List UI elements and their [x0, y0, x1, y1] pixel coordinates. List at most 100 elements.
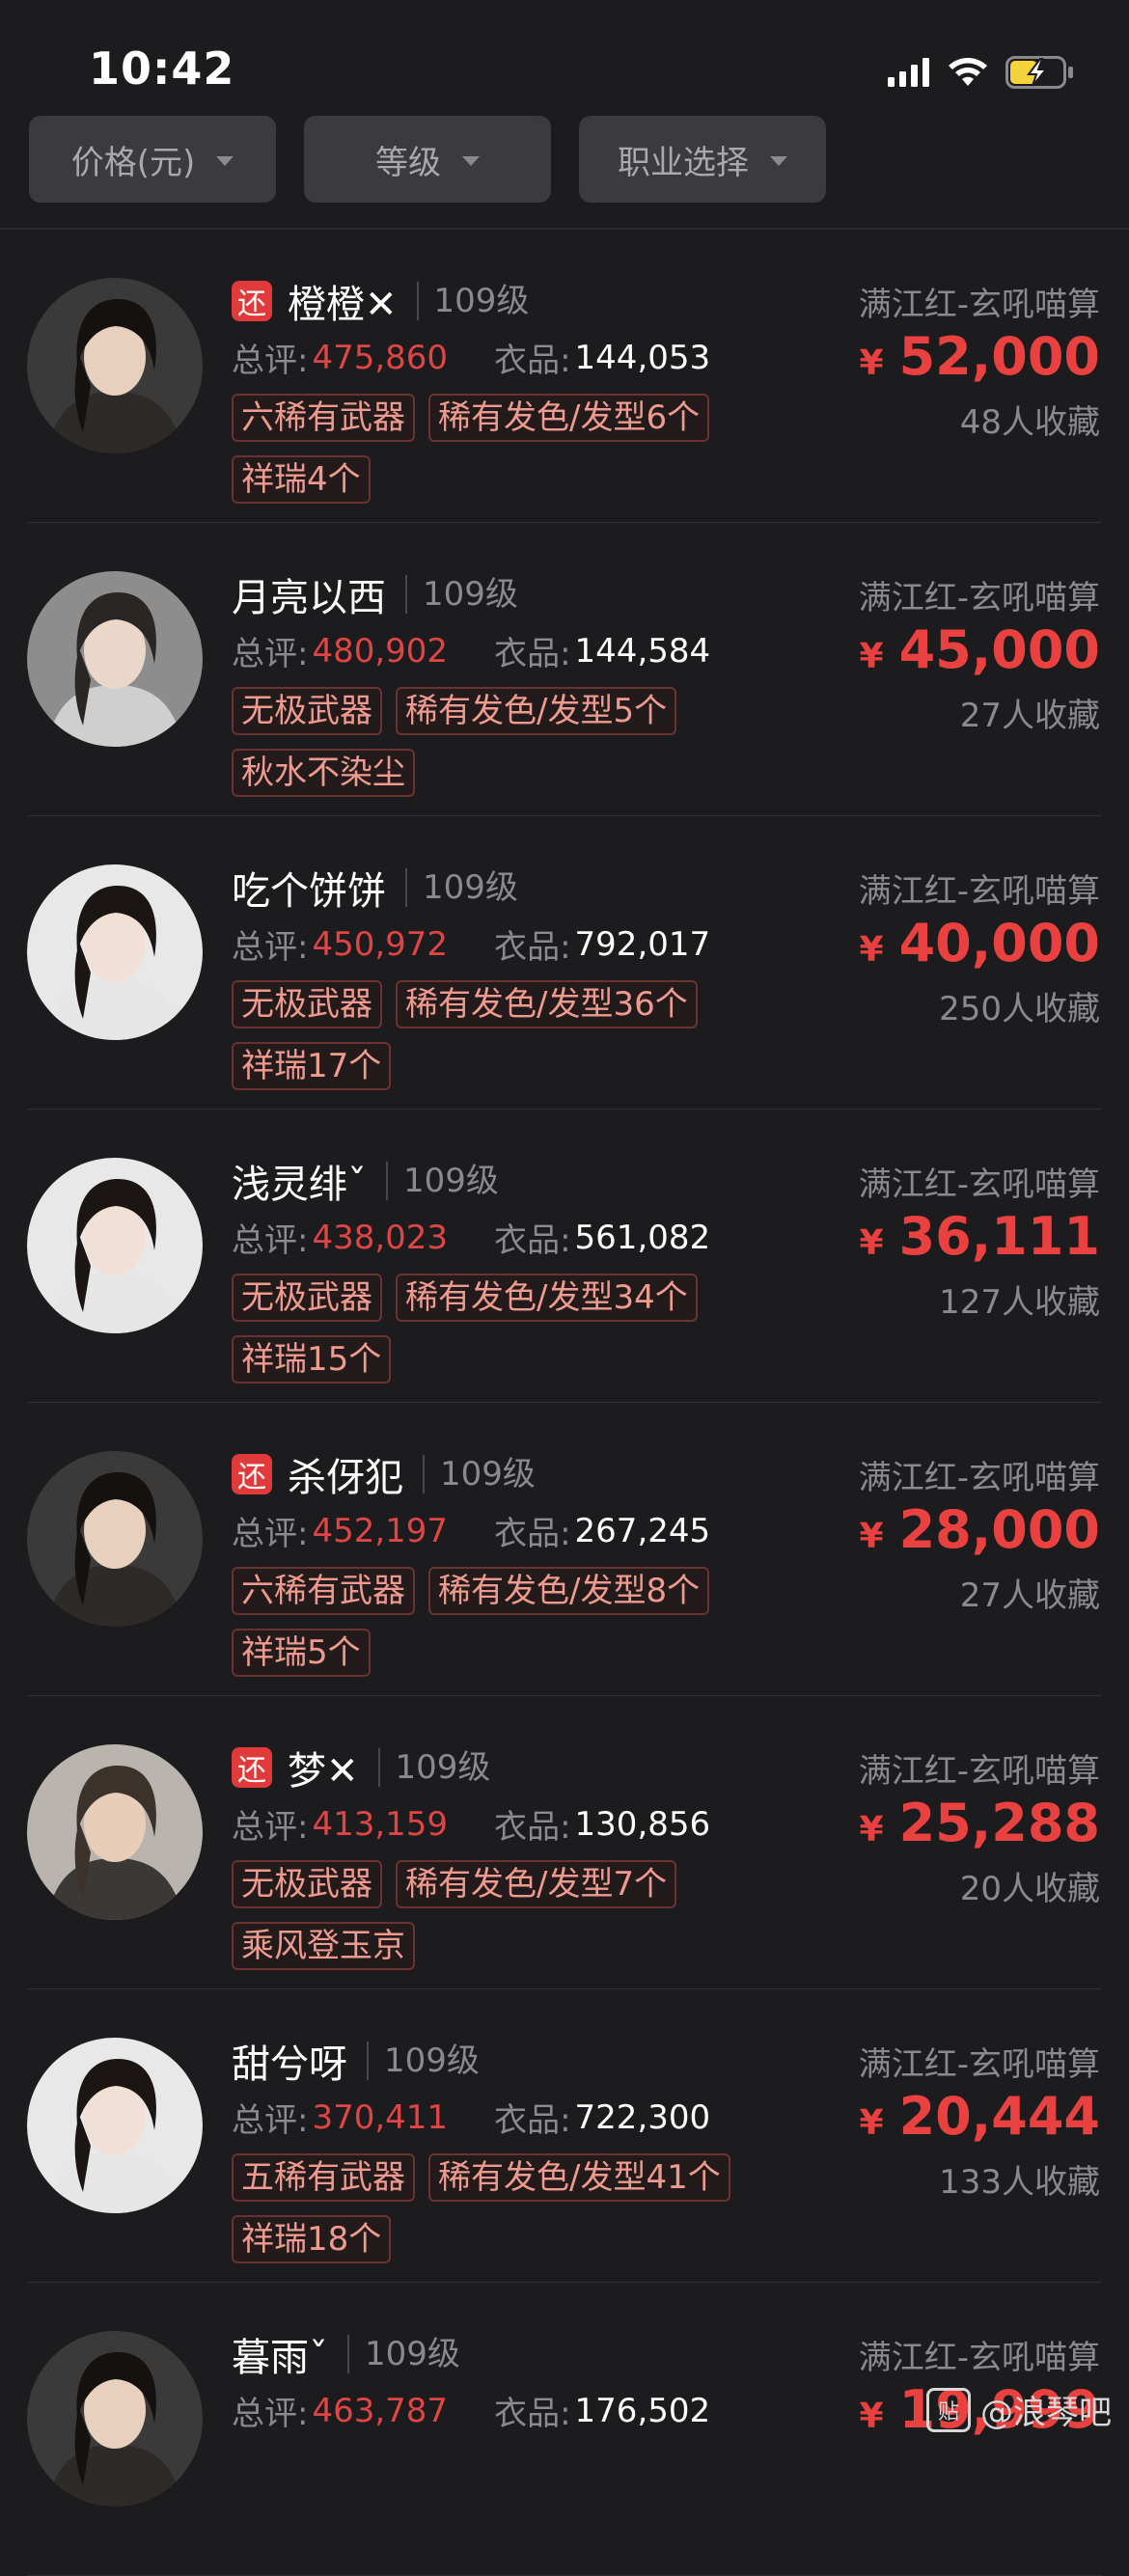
score-label: 总评: [232, 342, 309, 380]
character-avatar[interactable] [27, 2038, 203, 2213]
character-avatar[interactable] [27, 1158, 203, 1333]
score-value: 452,197 [312, 1511, 449, 1550]
price: ¥ 36,111 [860, 1206, 1100, 1267]
stats-row: 总评: 480,902 衣品: 144,584 [232, 627, 710, 674]
status-bar: 10:42 [0, 0, 1129, 108]
currency-symbol: ¥ [859, 343, 884, 383]
server-name: 满江红-玄吼喵算 [858, 1752, 1100, 1791]
tag-list: 六稀有武器 稀有发色/发型8个 祥瑞5个 [232, 1567, 849, 1677]
character-level: 109级 [377, 1748, 490, 1787]
favorite-count: 250人收藏 [939, 990, 1100, 1028]
feature-tag: 稀有发色/发型34个 [396, 1274, 698, 1322]
currency-symbol: ¥ [859, 1223, 884, 1263]
character-level: 109级 [347, 2335, 460, 2373]
character-name: 橙橙✕ [288, 283, 398, 327]
filter-price[interactable]: 价格(元) [29, 116, 276, 203]
cloth-value: 176,502 [574, 2391, 711, 2430]
listing-item[interactable]: 还 梦✕ 109级 总评: 413,159 衣品: 130,856 无极武器 稀有… [0, 1696, 1129, 1989]
name-row: 月亮以西 109级 [232, 565, 518, 623]
filter-price-label: 价格(元) [70, 143, 196, 182]
price-value: 40,000 [898, 913, 1100, 973]
currency-symbol: ¥ [859, 1517, 884, 1556]
tag-list: 六稀有武器 稀有发色/发型6个 祥瑞4个 [232, 394, 849, 504]
feature-tag: 无极武器 [232, 980, 382, 1028]
character-avatar[interactable] [27, 278, 203, 453]
caret-down-icon [462, 156, 480, 166]
character-avatar[interactable] [27, 2331, 203, 2507]
filter-level[interactable]: 等级 [304, 116, 551, 203]
score-value: 370,411 [312, 2097, 449, 2137]
caret-down-icon [216, 156, 234, 166]
listing-item[interactable]: 月亮以西 109级 总评: 480,902 衣品: 144,584 无极武器 稀有… [0, 523, 1129, 816]
listing-item[interactable]: 吃个饼饼 109级 总评: 450,972 衣品: 792,017 无极武器 稀有… [0, 816, 1129, 1110]
cloth-label: 衣品: [494, 1515, 571, 1553]
status-icons [888, 50, 1075, 95]
tieba-logo-icon: 贴 [926, 2387, 971, 2432]
currency-symbol: ¥ [859, 2397, 884, 2436]
character-avatar[interactable] [27, 1744, 203, 1920]
listing-item[interactable]: 浅灵绯ˇ 109级 总评: 438,023 衣品: 561,082 无极武器 稀有… [0, 1110, 1129, 1403]
feature-tag: 无极武器 [232, 1860, 382, 1908]
character-level: 109级 [405, 575, 518, 614]
character-level: 109级 [423, 1455, 536, 1494]
character-name: 梦✕ [288, 1749, 359, 1794]
listing-item[interactable]: 还 橙橙✕ 109级 总评: 475,860 衣品: 144,053 六稀有武器… [0, 230, 1129, 523]
cloth-value: 792,017 [574, 924, 711, 964]
price-value: 20,444 [898, 2086, 1100, 2147]
character-avatar[interactable] [27, 864, 203, 1040]
character-level: 109级 [416, 282, 529, 320]
feature-tag: 无极武器 [232, 1274, 382, 1322]
cloth-label: 衣品: [494, 928, 571, 967]
filter-class-label: 职业选择 [618, 143, 749, 182]
cloth-value: 561,082 [574, 1218, 711, 1257]
listing-list: 还 橙橙✕ 109级 总评: 475,860 衣品: 144,053 六稀有武器… [0, 230, 1129, 2576]
cloth-label: 衣品: [494, 1808, 571, 1847]
cloth-label: 衣品: [494, 2101, 571, 2140]
currency-symbol: ¥ [859, 930, 884, 970]
currency-symbol: ¥ [859, 1810, 884, 1850]
score-value: 450,972 [312, 924, 449, 964]
caret-down-icon [770, 156, 787, 166]
stats-row: 总评: 438,023 衣品: 561,082 [232, 1214, 710, 1261]
price: ¥ 28,000 [860, 1499, 1100, 1560]
watermark: 贴 @浪琴吧 [926, 2386, 1112, 2433]
currency-symbol: ¥ [859, 2103, 884, 2143]
feature-tag: 无极武器 [232, 687, 382, 735]
server-name: 满江红-玄吼喵算 [858, 2339, 1100, 2377]
name-row: 还 橙橙✕ 109级 [232, 272, 529, 330]
cloth-value: 267,245 [574, 1511, 711, 1550]
price-value: 52,000 [898, 326, 1100, 387]
cloth-value: 130,856 [574, 1804, 711, 1844]
score-value: 438,023 [312, 1218, 449, 1257]
feature-tag: 稀有发色/发型41个 [428, 2153, 730, 2202]
favorite-count: 27人收藏 [959, 1576, 1100, 1615]
name-row: 还 梦✕ 109级 [232, 1739, 490, 1796]
tag-list: 五稀有武器 稀有发色/发型41个 祥瑞18个 [232, 2153, 849, 2263]
feature-tag: 五稀有武器 [232, 2153, 415, 2202]
server-name: 满江红-玄吼喵算 [858, 286, 1100, 324]
score-value: 413,159 [312, 1804, 449, 1844]
stats-row: 总评: 463,787 衣品: 176,502 [232, 2387, 710, 2434]
stats-row: 总评: 370,411 衣品: 722,300 [232, 2094, 710, 2141]
name-row: 甜兮呀 109级 [232, 2032, 480, 2090]
listing-item[interactable]: 甜兮呀 109级 总评: 370,411 衣品: 722,300 五稀有武器 稀有… [0, 1989, 1129, 2283]
score-label: 总评: [232, 635, 309, 673]
feature-tag: 稀有发色/发型6个 [428, 394, 710, 442]
score-label: 总评: [232, 2395, 309, 2433]
filter-class[interactable]: 职业选择 [579, 116, 826, 203]
server-name: 满江红-玄吼喵算 [858, 1165, 1100, 1204]
listing-item[interactable]: 还 杀伢犯 109级 总评: 452,197 衣品: 267,245 六稀有武器… [0, 1403, 1129, 1696]
character-avatar[interactable] [27, 1451, 203, 1627]
feature-tag: 六稀有武器 [232, 1567, 415, 1615]
character-avatar[interactable] [27, 571, 203, 747]
name-row: 浅灵绯ˇ 109级 [232, 1152, 499, 1210]
server-name: 满江红-玄吼喵算 [858, 872, 1100, 911]
score-value: 463,787 [312, 2391, 449, 2430]
price: ¥ 45,000 [860, 619, 1100, 680]
feature-tag: 祥瑞15个 [232, 1335, 392, 1384]
cloth-value: 144,584 [574, 631, 711, 671]
tag-list: 无极武器 稀有发色/发型5个 秋水不染尘 [232, 687, 849, 797]
cloth-label: 衣品: [494, 2395, 571, 2433]
filter-level-label: 等级 [375, 143, 441, 182]
battery-charging-icon [1005, 56, 1073, 89]
